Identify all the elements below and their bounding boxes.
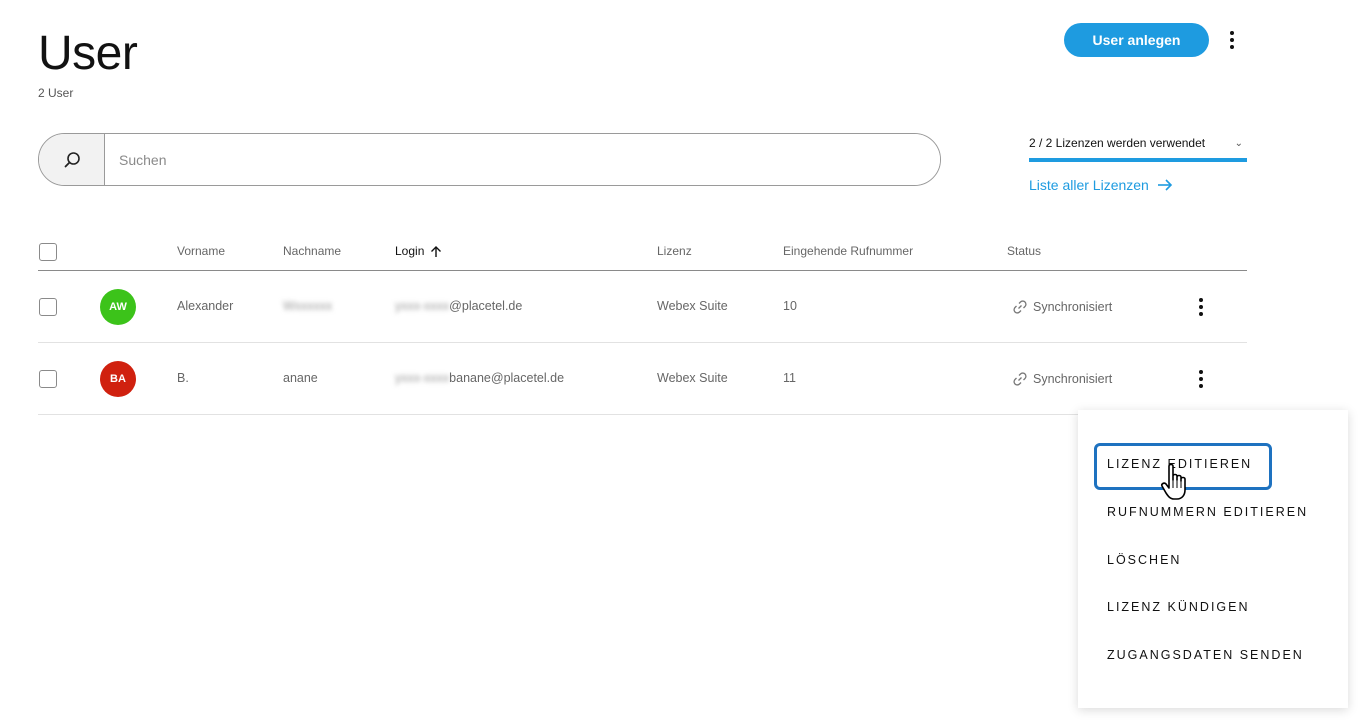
license-usage-select[interactable]: 2 / 2 Lizenzen werden verwendet ⌄ bbox=[1029, 134, 1247, 162]
search-icon bbox=[64, 151, 80, 167]
column-nachname[interactable]: Nachname bbox=[283, 244, 341, 258]
status-label: Synchronisiert bbox=[1033, 300, 1113, 314]
menu-item-zugangsdaten-senden[interactable]: ZUGANGSDATEN SENDEN bbox=[1107, 648, 1304, 662]
menu-item-lizenz-editieren[interactable]: LIZENZ EDITIEREN bbox=[1107, 457, 1252, 471]
chevron-down-icon: ⌄ bbox=[1234, 137, 1243, 149]
page-title: User bbox=[38, 27, 138, 80]
license-usage-label: 2 / 2 Lizenzen werden verwendet bbox=[1029, 136, 1206, 150]
column-vorname[interactable]: Vorname bbox=[177, 244, 225, 258]
cell-login: yxxx-xxxx@placetel.de bbox=[395, 299, 522, 313]
row-checkbox[interactable] bbox=[39, 370, 57, 388]
row-context-menu: LIZENZ EDITIEREN RUFNUMMERN EDITIEREN LÖ… bbox=[1078, 410, 1348, 708]
cell-status: Synchronisiert bbox=[1012, 299, 1112, 315]
avatar: AW bbox=[100, 289, 136, 325]
more-vertical-icon bbox=[1199, 370, 1203, 374]
menu-item-lizenz-kuendigen[interactable]: LIZENZ KÜNDIGEN bbox=[1107, 600, 1250, 614]
row-checkbox[interactable] bbox=[39, 298, 57, 316]
search-bar bbox=[38, 133, 941, 186]
table-row[interactable]: AW Alexander Wxxxxxx yxxx-xxxx@placetel.… bbox=[38, 271, 1247, 343]
row-menu-button[interactable] bbox=[1191, 367, 1211, 391]
column-lizenz[interactable]: Lizenz bbox=[657, 244, 692, 258]
menu-item-rufnummern-editieren[interactable]: RUFNUMMERN EDITIEREN bbox=[1107, 505, 1308, 519]
menu-item-loeschen[interactable]: LÖSCHEN bbox=[1107, 553, 1181, 567]
column-rufnummer[interactable]: Eingehende Rufnummer bbox=[783, 244, 913, 258]
cell-rufnummer: 10 bbox=[783, 299, 797, 313]
sort-ascending-icon bbox=[431, 245, 442, 257]
login-redacted: yxxx-xxxx bbox=[395, 371, 450, 385]
user-count: 2 User bbox=[38, 86, 74, 100]
more-options-button[interactable] bbox=[1222, 28, 1242, 52]
cell-lizenz: Webex Suite bbox=[657, 299, 728, 313]
avatar: BA bbox=[100, 361, 136, 397]
cell-nachname: Wxxxxxx bbox=[283, 299, 333, 313]
arrow-right-icon bbox=[1157, 179, 1172, 191]
row-menu-button[interactable] bbox=[1191, 295, 1211, 319]
column-status[interactable]: Status bbox=[1007, 244, 1041, 258]
license-list-link[interactable]: Liste aller Lizenzen bbox=[1029, 177, 1173, 193]
column-login[interactable]: Login bbox=[395, 244, 442, 258]
cell-rufnummer: 11 bbox=[783, 371, 796, 385]
login-domain: banane@placetel.de bbox=[449, 371, 565, 385]
cell-status: Synchronisiert bbox=[1012, 371, 1112, 387]
column-login-label: Login bbox=[395, 244, 425, 258]
search-button[interactable] bbox=[39, 134, 105, 185]
add-user-button[interactable]: User anlegen bbox=[1064, 23, 1209, 57]
link-icon bbox=[1013, 372, 1027, 386]
login-redacted: yxxx-xxxx bbox=[395, 299, 450, 313]
cell-lizenz: Webex Suite bbox=[657, 371, 728, 385]
select-all-checkbox[interactable] bbox=[39, 243, 57, 261]
link-icon bbox=[1013, 300, 1027, 314]
cell-nachname: anane bbox=[283, 371, 318, 385]
table-header: Vorname Nachname Login Lizenz Eingehende… bbox=[38, 232, 1247, 271]
login-domain: @placetel.de bbox=[449, 299, 523, 313]
license-list-label: Liste aller Lizenzen bbox=[1029, 177, 1149, 193]
status-label: Synchronisiert bbox=[1033, 372, 1113, 386]
cell-login: yxxx-xxxxbanane@placetel.de bbox=[395, 371, 564, 385]
cell-vorname: B. bbox=[177, 371, 189, 385]
more-vertical-icon bbox=[1230, 31, 1234, 35]
cell-vorname: Alexander bbox=[177, 299, 234, 313]
more-vertical-icon bbox=[1199, 298, 1203, 302]
table-row[interactable]: BA B. anane yxxx-xxxxbanane@placetel.de … bbox=[38, 343, 1247, 415]
search-input[interactable] bbox=[105, 134, 940, 185]
